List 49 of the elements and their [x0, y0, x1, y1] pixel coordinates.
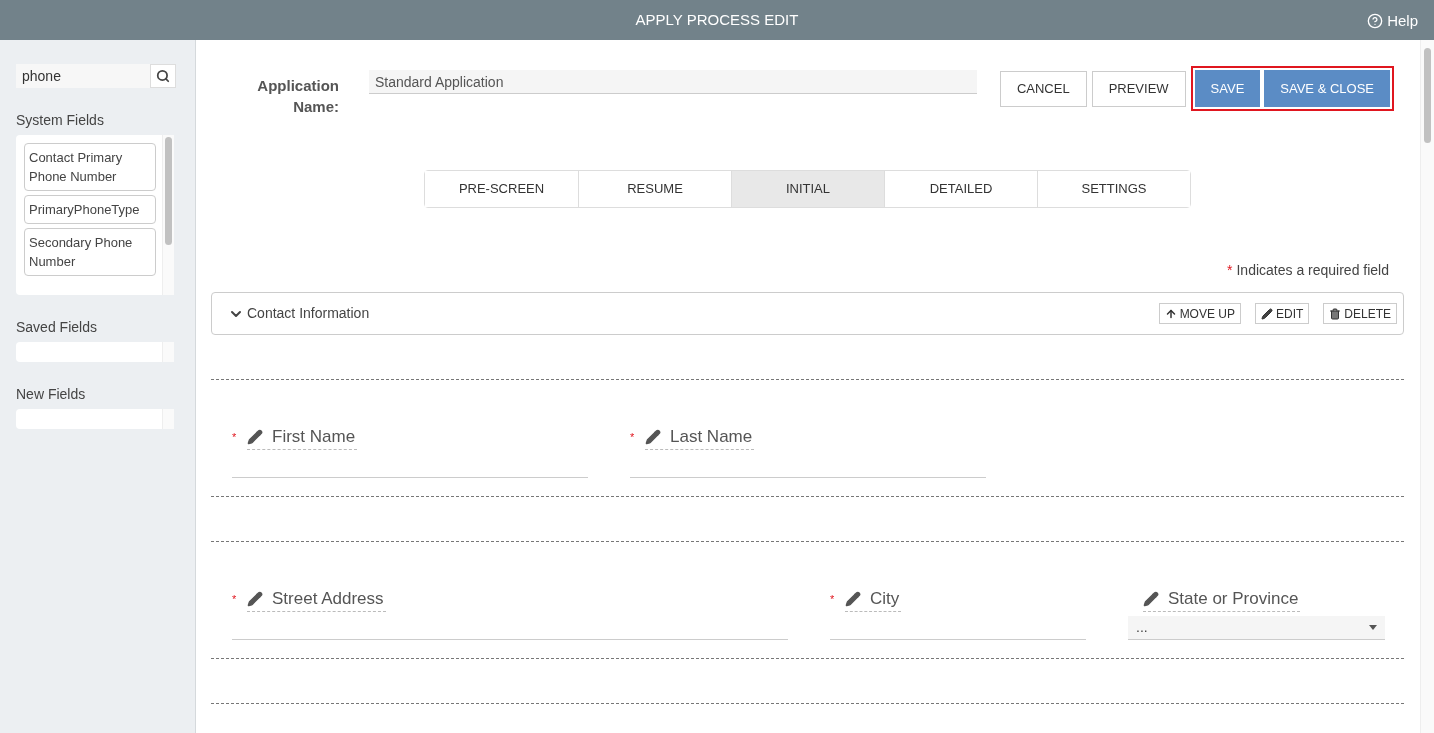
- field-label[interactable]: Last Name: [645, 423, 755, 451]
- field-chip[interactable]: PrimaryPhoneType: [24, 195, 156, 224]
- pencil-icon: [247, 428, 263, 445]
- required-mark: *: [232, 591, 238, 607]
- field-chip[interactable]: Contact Primary Phone Number: [24, 143, 156, 191]
- section-action-button[interactable]: MOVE UP: [1158, 303, 1241, 324]
- help-link[interactable]: Help: [1367, 10, 1418, 33]
- field-label[interactable]: Street Address: [247, 585, 386, 613]
- field-chip[interactable]: Secondary Phone Number: [24, 228, 156, 276]
- window-title: APPLY PROCESS EDIT: [635, 9, 799, 30]
- caret-icon: [1369, 625, 1377, 630]
- toolbar-button[interactable]: PREVIEW: [1091, 70, 1186, 107]
- field-label: Application Name:: [256, 76, 339, 117]
- group-label: System Fields: [16, 111, 105, 130]
- search-icon: [156, 69, 170, 83]
- primary-button[interactable]: SAVE: [1194, 70, 1261, 107]
- toolbar-button[interactable]: CANCEL: [999, 70, 1087, 107]
- field-label[interactable]: City: [845, 585, 902, 613]
- section-title: Contact Information: [247, 304, 370, 323]
- section-action-button[interactable]: DELETE: [1323, 303, 1397, 324]
- application-name-input[interactable]: Standard Application: [369, 70, 977, 94]
- pencil-icon: [645, 428, 661, 445]
- primary-button[interactable]: SAVE & CLOSE: [1264, 70, 1390, 107]
- pencil-icon: [1260, 307, 1273, 320]
- required-mark: *: [232, 429, 238, 445]
- trash-icon: [1329, 307, 1342, 320]
- section-header[interactable]: Contact Information MOVE UP EDIT DELETE: [211, 292, 1404, 335]
- required-note: Indicates a required field: [1236, 261, 1389, 280]
- search-button[interactable]: [150, 64, 176, 88]
- search-field[interactable]: phone: [16, 64, 176, 88]
- field-label[interactable]: State or Province: [1143, 585, 1301, 613]
- group-label: Saved Fields: [16, 318, 98, 337]
- scrollbar[interactable]: [1420, 40, 1434, 733]
- group-label: New Fields: [16, 385, 87, 404]
- pencil-icon: [247, 590, 263, 607]
- search-input[interactable]: phone: [16, 64, 150, 88]
- section-action-button[interactable]: EDIT: [1254, 303, 1310, 324]
- help-icon: [1367, 13, 1384, 30]
- required-mark: *: [830, 591, 836, 607]
- field-label[interactable]: First Name: [247, 423, 358, 451]
- required-mark: *: [1227, 261, 1233, 280]
- pencil-icon: [845, 590, 861, 607]
- pencil-icon: [1143, 590, 1159, 607]
- select-field[interactable]: ...: [1128, 616, 1385, 640]
- arrow-up-icon: [1164, 307, 1177, 320]
- required-mark: *: [630, 429, 636, 445]
- scrollbar[interactable]: [162, 135, 174, 295]
- tab[interactable]: SETTINGS: [1037, 171, 1190, 207]
- tab[interactable]: INITIAL: [731, 171, 884, 207]
